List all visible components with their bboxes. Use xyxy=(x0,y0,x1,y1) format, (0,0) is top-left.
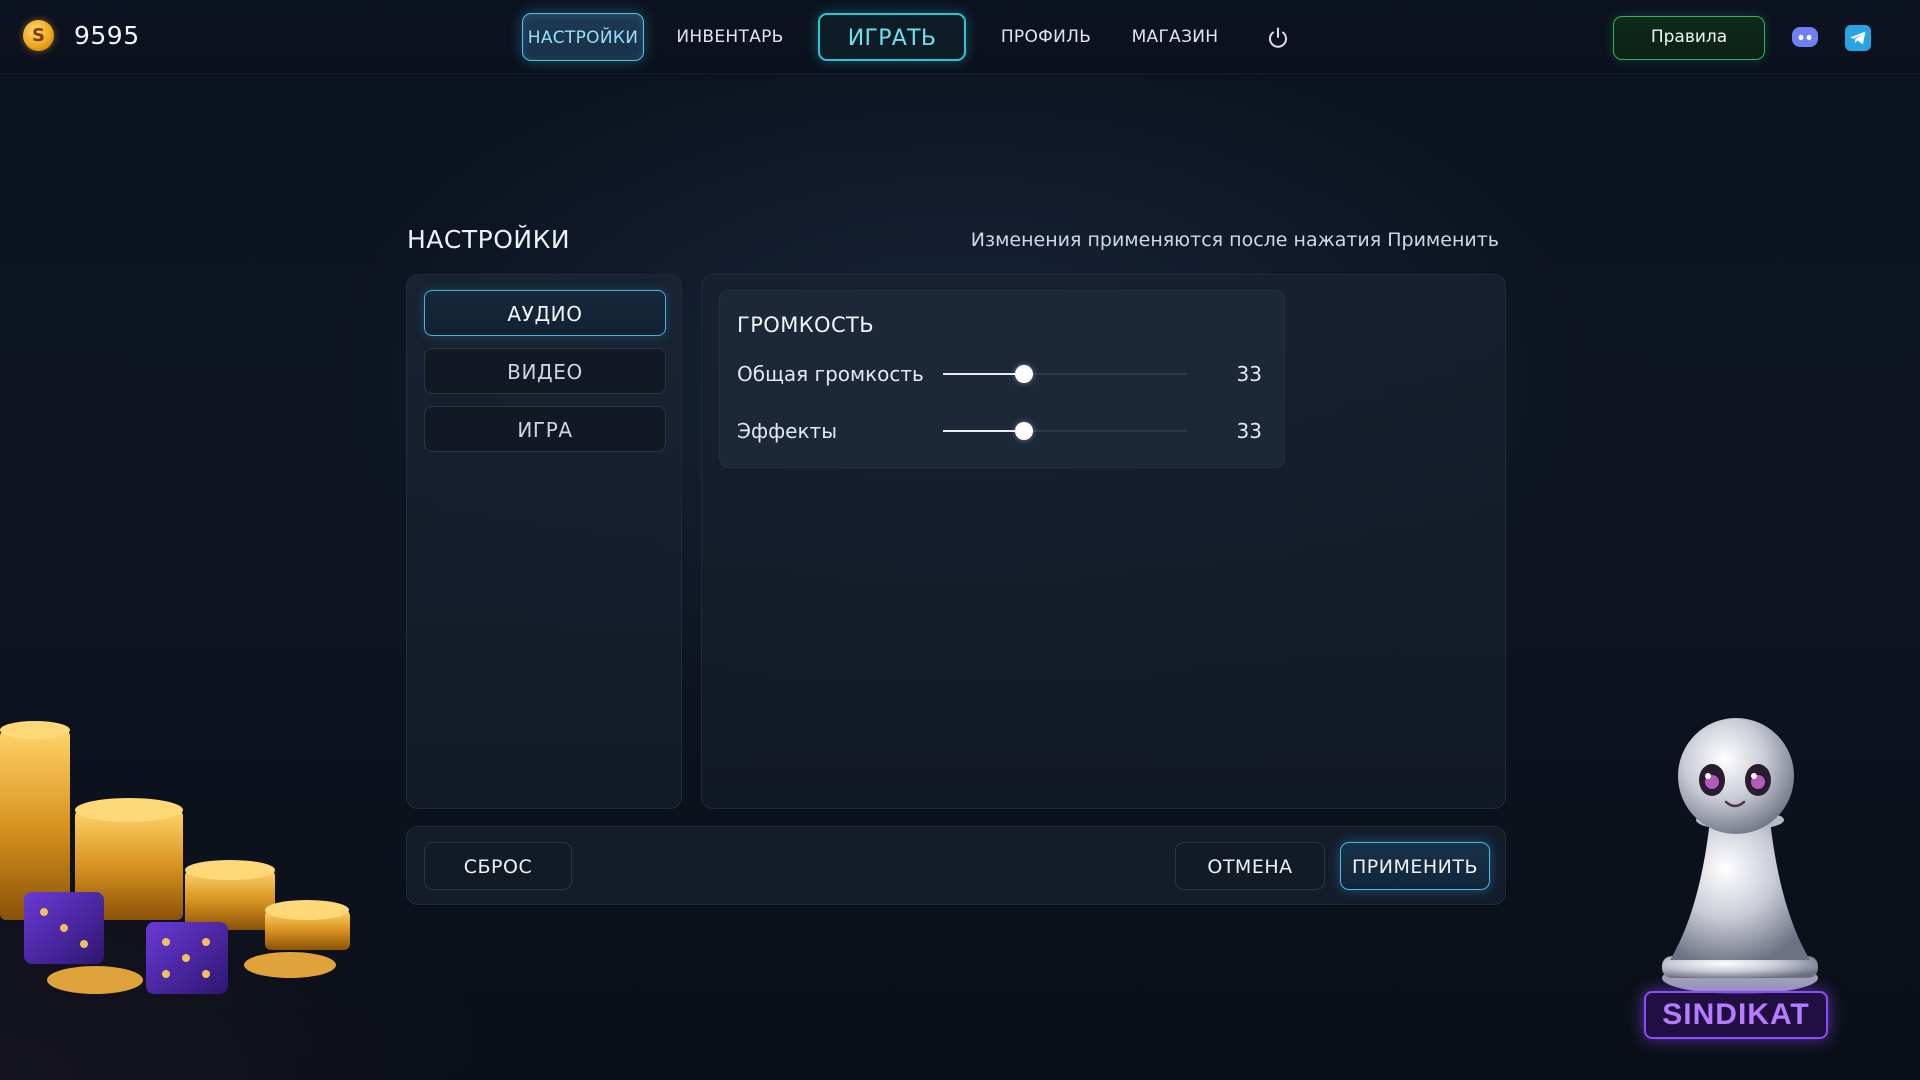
telegram-icon[interactable] xyxy=(1845,25,1871,51)
effects-volume-label: Эффекты xyxy=(737,419,837,443)
tab-game[interactable]: ИГРА xyxy=(424,406,666,452)
slider-thumb[interactable] xyxy=(1014,365,1033,383)
effects-volume-value: 33 xyxy=(1236,419,1262,443)
settings-footer-bar: СБРОС ОТМЕНА ПРИМЕНИТЬ xyxy=(406,826,1506,905)
apply-button[interactable]: ПРИМЕНИТЬ xyxy=(1340,842,1490,890)
coin-balance: 9595 xyxy=(74,21,140,50)
master-volume-slider[interactable] xyxy=(943,364,1187,384)
rules-button[interactable]: Правила xyxy=(1613,16,1765,60)
slider-fill xyxy=(943,430,1024,432)
master-volume-label: Общая громкость xyxy=(737,362,924,386)
nav-play-button[interactable]: ИГРАТЬ xyxy=(818,13,966,61)
coins-and-dice-illustration xyxy=(0,721,350,994)
cancel-button[interactable]: ОТМЕНА xyxy=(1175,842,1325,890)
reset-button[interactable]: СБРОС xyxy=(424,842,572,890)
volume-card: ГРОМКОСТЬ Общая громкость 33 Эффекты 33 xyxy=(719,290,1285,468)
power-icon[interactable] xyxy=(1266,26,1290,50)
page-title: НАСТРОЙКИ xyxy=(407,225,571,254)
tab-audio[interactable]: АУДИО xyxy=(424,290,666,336)
settings-tabs-panel: АУДИО ВИДЕО ИГРА xyxy=(406,274,682,809)
coin-icon: S xyxy=(23,20,54,51)
effects-volume-slider[interactable] xyxy=(943,421,1187,441)
settings-content-panel: ГРОМКОСТЬ Общая громкость 33 Эффекты 33 xyxy=(701,274,1506,809)
sindikat-logo: SINDIKAT xyxy=(1644,991,1828,1039)
discord-icon[interactable] xyxy=(1791,25,1819,49)
master-volume-value: 33 xyxy=(1236,362,1262,386)
pawn-mascot-illustration xyxy=(1662,718,1818,994)
nav-inventory-button[interactable]: ИНВЕНТАРЬ xyxy=(664,13,796,61)
nav-settings-button[interactable]: НАСТРОЙКИ xyxy=(522,13,644,61)
nav-profile-button[interactable]: ПРОФИЛЬ xyxy=(992,13,1100,61)
volume-section-title: ГРОМКОСТЬ xyxy=(737,313,875,337)
apply-hint-text: Изменения применяются после нажатия Прим… xyxy=(970,229,1499,251)
top-bar: S 9595 НАСТРОЙКИ ИНВЕНТАРЬ ИГРАТЬ ПРОФИЛ… xyxy=(0,0,1920,74)
slider-fill xyxy=(943,373,1024,375)
nav-shop-button[interactable]: МАГАЗИН xyxy=(1124,13,1226,61)
slider-thumb[interactable] xyxy=(1014,422,1033,440)
tab-video[interactable]: ВИДЕО xyxy=(424,348,666,394)
